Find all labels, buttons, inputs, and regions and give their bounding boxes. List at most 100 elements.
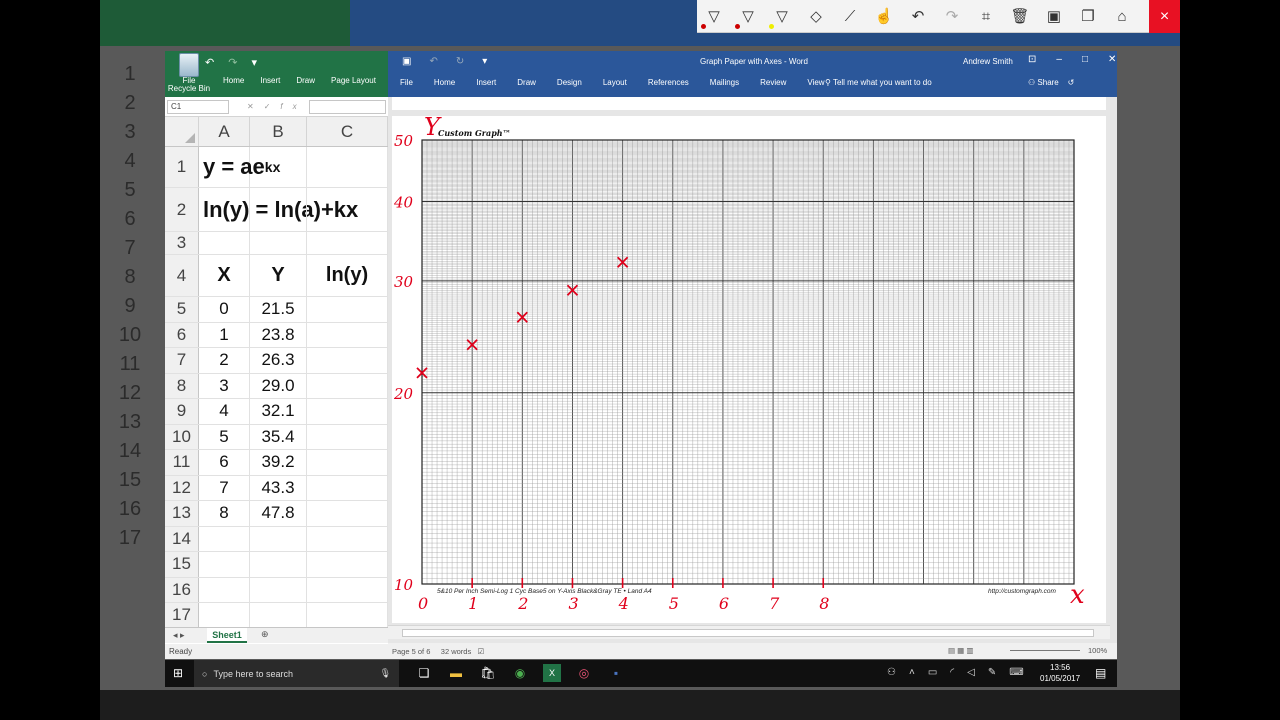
- history-icon[interactable]: ↺: [1068, 78, 1075, 87]
- chevron-down-icon[interactable]: ▾: [251, 56, 257, 69]
- maximize-icon[interactable]: □: [1082, 54, 1088, 65]
- zoom-level[interactable]: 100%: [1088, 646, 1107, 655]
- save-icon[interactable]: ▣: [402, 56, 411, 67]
- cell-c4[interactable]: ln(y): [307, 255, 388, 296]
- cell-a10[interactable]: 5: [199, 424, 250, 449]
- cell-c14[interactable]: [307, 526, 388, 551]
- page-count[interactable]: Page 5 of 6: [392, 647, 430, 656]
- column-header-b[interactable]: B: [250, 117, 307, 146]
- cell-a3[interactable]: [199, 232, 250, 254]
- cell-c12[interactable]: [307, 475, 388, 500]
- excel-taskbar-icon[interactable]: X: [543, 664, 561, 682]
- pen-icon[interactable]: ✎: [988, 667, 996, 678]
- cell-b9[interactable]: 32.1: [250, 399, 307, 424]
- cell-c11[interactable]: [307, 450, 388, 475]
- cell-a9[interactable]: 4: [199, 399, 250, 424]
- proofing-icon[interactable]: ☑: [478, 647, 485, 656]
- cell-b2[interactable]: [250, 188, 307, 231]
- row-header[interactable]: 9: [165, 399, 199, 424]
- tell-me-box[interactable]: ⚲ Tell me what you want to do: [825, 78, 932, 87]
- row-header[interactable]: 5: [165, 297, 199, 322]
- cell-b4[interactable]: Y: [250, 255, 307, 296]
- ballpoint-pen-icon[interactable]: ▽: [697, 0, 731, 33]
- undo-icon[interactable]: ↶: [901, 0, 935, 33]
- chrome-icon[interactable]: ◉: [511, 664, 529, 682]
- cell-b11[interactable]: 39.2: [250, 450, 307, 475]
- chevron-up-icon[interactable]: ˄: [909, 667, 915, 678]
- clock[interactable]: 13:56 01/05/2017: [1040, 662, 1080, 684]
- cell-a2[interactable]: ln(y) = ln(a)+kx: [199, 188, 358, 231]
- cell-a4[interactable]: X: [199, 255, 250, 296]
- cell-c8[interactable]: [307, 373, 388, 398]
- user-name[interactable]: Andrew Smith: [963, 57, 1013, 66]
- cell-c16[interactable]: [307, 577, 388, 602]
- keyboard-icon[interactable]: ⌨: [1009, 667, 1023, 678]
- cell-a14[interactable]: [199, 526, 250, 551]
- word-count[interactable]: 32 words: [441, 647, 471, 656]
- cell-b1[interactable]: [250, 147, 307, 187]
- excel-tab-draw[interactable]: Draw: [288, 76, 323, 85]
- battery-icon[interactable]: ▭: [928, 667, 937, 678]
- cell-a7[interactable]: 2: [199, 348, 250, 373]
- snipping-tool-icon[interactable]: ◎: [575, 664, 593, 682]
- crop-icon[interactable]: ⌗: [969, 0, 1003, 33]
- taskbar-search[interactable]: ○ Type here to search 🎙: [194, 660, 399, 687]
- cell-a16[interactable]: [199, 577, 250, 602]
- windows-start-icon[interactable]: ⊞: [173, 666, 183, 680]
- row-header[interactable]: 16: [165, 577, 199, 602]
- word-taskbar-icon[interactable]: ▪: [607, 664, 625, 682]
- row-header[interactable]: 15: [165, 552, 199, 577]
- row-header[interactable]: 17: [165, 603, 199, 628]
- cell-b8[interactable]: 29.0: [250, 373, 307, 398]
- wifi-icon[interactable]: ◜: [950, 667, 954, 678]
- cell-a17[interactable]: [199, 603, 250, 628]
- column-header-c[interactable]: C: [307, 117, 388, 146]
- cell-c15[interactable]: [307, 552, 388, 577]
- cell-b3[interactable]: [250, 232, 307, 254]
- task-view-icon[interactable]: ❏: [415, 664, 433, 682]
- ink-close-button[interactable]: ×: [1149, 0, 1180, 33]
- undo-icon[interactable]: ↶: [429, 56, 437, 67]
- cell-b6[interactable]: 23.8: [250, 322, 307, 347]
- word-tab-home[interactable]: Home: [434, 78, 465, 87]
- row-header[interactable]: 4: [165, 255, 199, 296]
- horizontal-scrollbar[interactable]: [388, 625, 1110, 639]
- excel-tab-home[interactable]: Home: [215, 76, 252, 85]
- cell-a12[interactable]: 7: [199, 475, 250, 500]
- row-header[interactable]: 13: [165, 501, 199, 526]
- row-header[interactable]: 14: [165, 526, 199, 551]
- select-all-corner[interactable]: [165, 117, 199, 146]
- formula-input[interactable]: [308, 99, 386, 114]
- add-sheet-icon[interactable]: ⊕: [261, 629, 269, 640]
- cell-a6[interactable]: 1: [199, 322, 250, 347]
- action-center-icon[interactable]: ▤: [1095, 666, 1106, 680]
- word-tab-design[interactable]: Design: [557, 78, 592, 87]
- row-header[interactable]: 12: [165, 475, 199, 500]
- excel-tab-insert[interactable]: Insert: [252, 76, 288, 85]
- save-icon[interactable]: ▣: [1037, 0, 1071, 33]
- cell-b7[interactable]: 26.3: [250, 348, 307, 373]
- cell-b5[interactable]: 21.5: [250, 297, 307, 322]
- cell-b14[interactable]: [250, 526, 307, 551]
- touch-writing-icon[interactable]: ☝: [867, 0, 901, 33]
- cell-b15[interactable]: [250, 552, 307, 577]
- row-header[interactable]: 10: [165, 424, 199, 449]
- name-box[interactable]: C1: [167, 99, 229, 114]
- word-tab-file[interactable]: File: [400, 78, 423, 87]
- column-header-a[interactable]: A: [199, 117, 250, 146]
- cell-c17[interactable]: [307, 603, 388, 628]
- undo-icon[interactable]: ↶: [205, 56, 214, 69]
- cell-a15[interactable]: [199, 552, 250, 577]
- cell-a1[interactable]: y = ae kx: [199, 147, 280, 187]
- cell-c13[interactable]: [307, 501, 388, 526]
- cell-b13[interactable]: 47.8: [250, 501, 307, 526]
- cell-b16[interactable]: [250, 577, 307, 602]
- redo-icon[interactable]: ↻: [456, 56, 464, 67]
- cell-a11[interactable]: 6: [199, 450, 250, 475]
- people-icon[interactable]: ⚇: [887, 667, 896, 678]
- cell-a5[interactable]: 0: [199, 297, 250, 322]
- file-explorer-icon[interactable]: ▬: [447, 664, 465, 682]
- close-icon[interactable]: ✕: [1108, 54, 1116, 65]
- cell-b10[interactable]: 35.4: [250, 424, 307, 449]
- eraser-icon[interactable]: ◇: [799, 0, 833, 33]
